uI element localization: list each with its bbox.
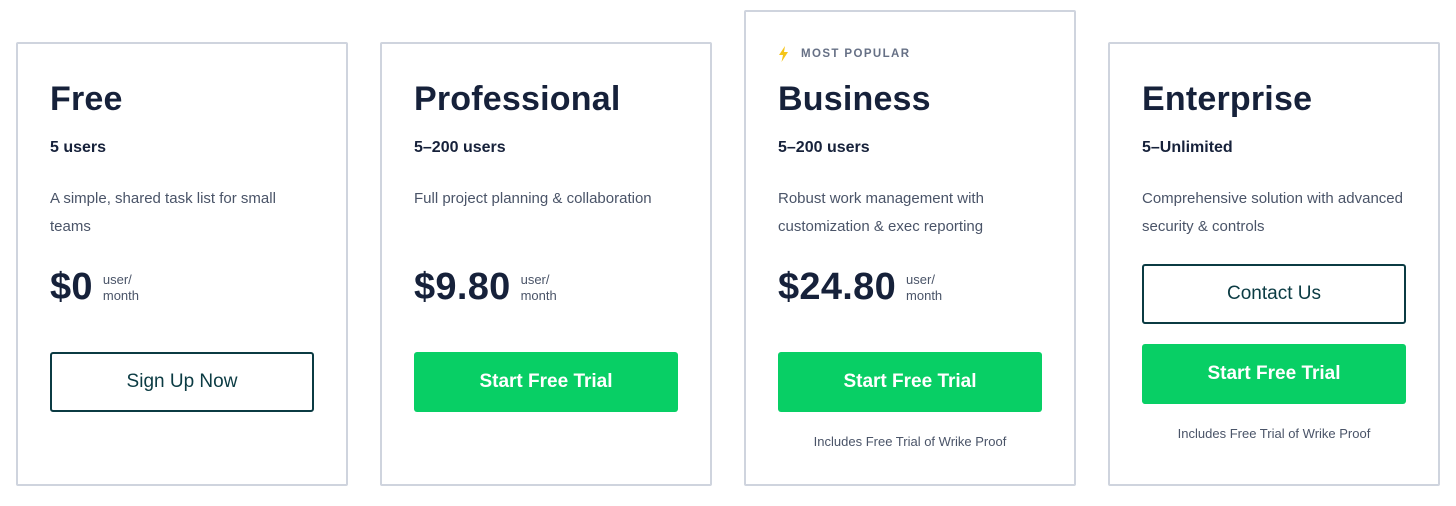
plan-card-professional: Professional 5–200 users Full project pl… (380, 42, 712, 486)
plan-users: 5 users (50, 139, 107, 156)
start-free-trial-button[interactable]: Start Free Trial (1142, 344, 1406, 404)
plan-price: $0 user/ month (50, 266, 139, 309)
plan-description: A simple, shared task list for small tea… (50, 190, 276, 235)
start-free-trial-button[interactable]: Start Free Trial (778, 352, 1042, 412)
badge-label: MOST POPULAR (801, 48, 911, 60)
lightning-bolt-icon (779, 46, 788, 62)
price-unit: user/ month (906, 271, 943, 303)
plan-card-free: Free 5 users A simple, shared task list … (16, 42, 348, 486)
plan-users: 5–Unlimited (1142, 139, 1233, 156)
plan-name: Enterprise (1142, 80, 1313, 118)
plan-name: Free (50, 80, 123, 118)
price-amount: $24.80 (778, 266, 897, 308)
sign-up-now-button[interactable]: Sign Up Now (50, 352, 314, 412)
proof-trial-note: Includes Free Trial of Wrike Proof (1177, 426, 1371, 441)
start-free-trial-button[interactable]: Start Free Trial (414, 352, 678, 412)
price-unit: user/ month (520, 271, 557, 303)
most-popular-badge: MOST POPULAR (778, 46, 910, 62)
plan-price: $9.80 user/ month (414, 266, 557, 309)
pricing-section: Free 5 users A simple, shared task list … (0, 0, 1456, 506)
price-amount: $9.80 (414, 266, 511, 308)
plan-name: Business (778, 80, 931, 118)
plan-users: 5–200 users (778, 139, 870, 156)
plan-card-enterprise: Enterprise 5–Unlimited Comprehensive sol… (1108, 42, 1440, 486)
plan-users: 5–200 users (414, 139, 506, 156)
plan-name: Professional (414, 80, 621, 118)
plan-description: Robust work management with customizatio… (778, 190, 984, 235)
price-unit: user/ month (102, 271, 140, 303)
plan-description: Full project planning & collaboration (414, 190, 652, 207)
plan-description: Comprehensive solution with advanced sec… (1142, 190, 1403, 235)
plan-card-business: MOST POPULAR Business 5–200 users Robust… (744, 10, 1076, 486)
proof-trial-note: Includes Free Trial of Wrike Proof (813, 434, 1007, 449)
plan-price: $24.80 user/ month (778, 266, 942, 309)
price-amount: $0 (50, 266, 93, 308)
contact-us-button[interactable]: Contact Us (1142, 264, 1406, 324)
